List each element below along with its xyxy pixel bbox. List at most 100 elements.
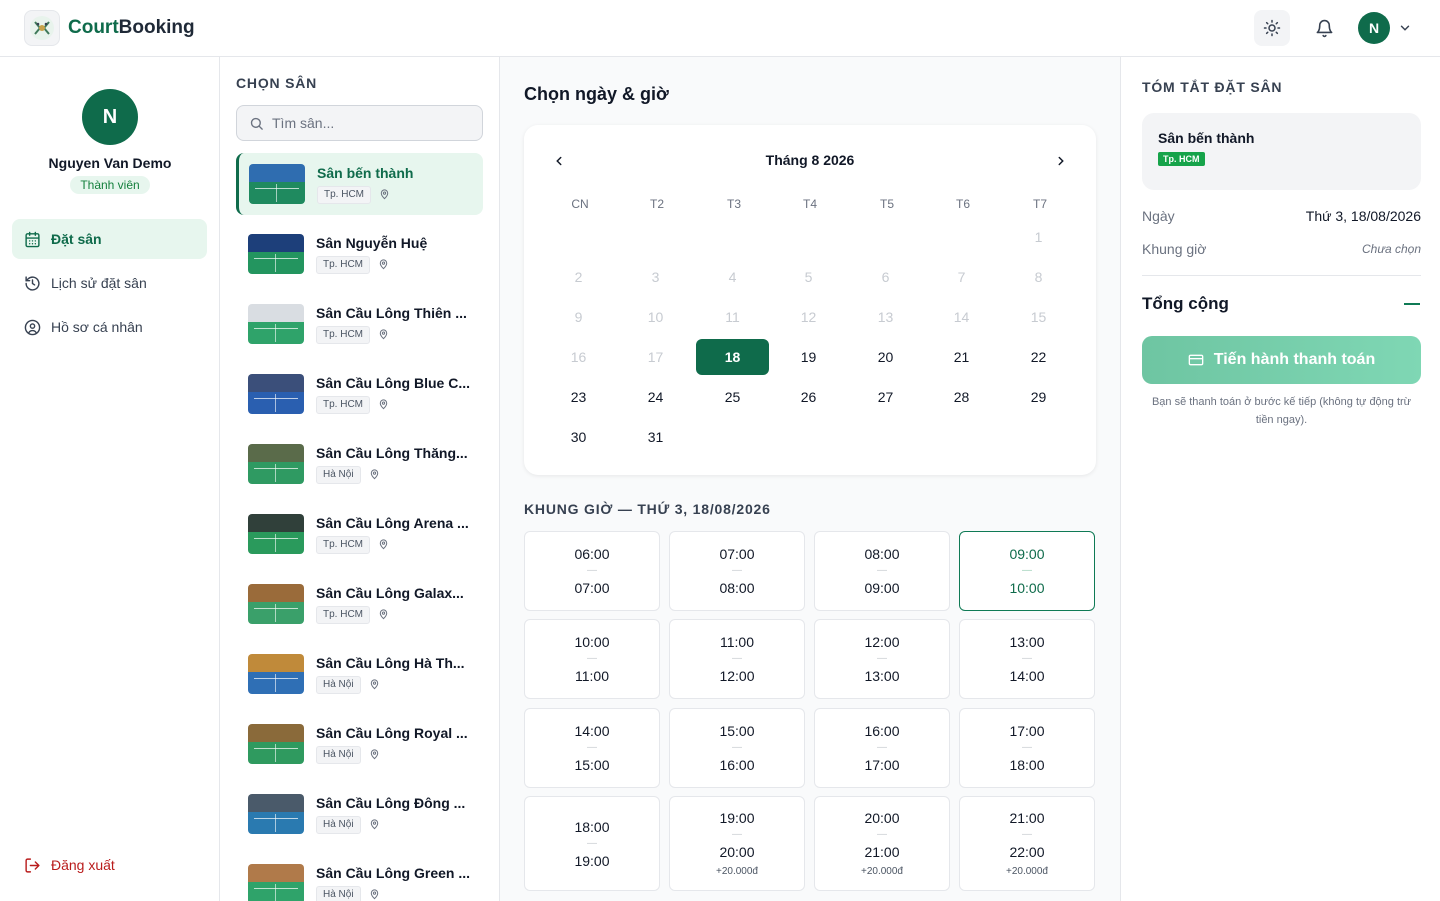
- slot-value: Chưa chọn: [1362, 242, 1421, 256]
- map-pin-icon: [379, 259, 388, 270]
- sun-icon: [1263, 19, 1281, 37]
- time-slot[interactable]: 10:00 — 11:00: [524, 619, 660, 699]
- slot-separator: —: [877, 653, 887, 664]
- calendar-day-selected[interactable]: 18: [696, 339, 769, 375]
- time-slot[interactable]: 20:00 — 21:00 +20.000đ: [814, 796, 950, 891]
- search-input[interactable]: [272, 115, 472, 131]
- slot-start: 09:00: [1009, 546, 1045, 562]
- time-slot[interactable]: 06:00 — 07:00: [524, 531, 660, 611]
- checkout-button[interactable]: Tiến hành thanh toán: [1142, 336, 1421, 384]
- court-item[interactable]: Sân Cầu Lông Thăng... Hà Nội: [236, 433, 483, 495]
- slot-separator: —: [732, 742, 742, 753]
- weekday-header: T2: [649, 197, 664, 211]
- time-slot[interactable]: 16:00 — 17:00: [814, 708, 950, 788]
- calendar-day: 17: [647, 349, 664, 365]
- summary-slot-row: Khung giờ Chưa chọn: [1142, 241, 1421, 257]
- time-slot[interactable]: 09:00 — 10:00: [959, 531, 1095, 611]
- court-city-badge: Tp. HCM: [316, 605, 370, 624]
- time-slot[interactable]: 17:00 — 18:00: [959, 708, 1095, 788]
- court-thumbnail: [248, 374, 304, 414]
- court-item[interactable]: Sân Cầu Lông Blue C... Tp. HCM: [236, 363, 483, 425]
- slot-end: 20:00: [719, 844, 755, 860]
- calendar-day[interactable]: 31: [619, 419, 692, 455]
- time-slot[interactable]: 15:00 — 16:00: [669, 708, 805, 788]
- brand-name[interactable]: CourtBooking: [68, 17, 195, 39]
- time-slot[interactable]: 19:00 — 20:00 +20.000đ: [669, 796, 805, 891]
- slot-surcharge: +20.000đ: [716, 866, 758, 877]
- calendar-day[interactable]: 30: [542, 419, 615, 455]
- court-item[interactable]: Sân Cầu Lông Arena ... Tp. HCM: [236, 503, 483, 565]
- summary-court-card: Sân bến thành Tp. HCM: [1142, 113, 1421, 190]
- calendar-day[interactable]: 20: [849, 339, 922, 375]
- calendar-day[interactable]: 23: [542, 379, 615, 415]
- court-item[interactable]: Sân Cầu Lông Hà Th... Hà Nội: [236, 643, 483, 705]
- checkout-label: Tiến hành thanh toán: [1213, 351, 1376, 368]
- court-thumbnail: [248, 514, 304, 554]
- calendar-day: 15: [1030, 309, 1047, 325]
- user-avatar: N: [82, 89, 138, 145]
- user-menu[interactable]: N: [1358, 12, 1412, 44]
- map-pin-icon: [370, 889, 378, 900]
- time-slot[interactable]: 18:00 — 19:00: [524, 796, 660, 891]
- logo-icon[interactable]: [24, 10, 60, 46]
- court-name: Sân Cầu Lông Hà Th...: [316, 654, 465, 671]
- calendar-day[interactable]: 27: [849, 379, 922, 415]
- time-slot[interactable]: 07:00 — 08:00: [669, 531, 805, 611]
- time-slot[interactable]: 11:00 — 12:00: [669, 619, 805, 699]
- slot-start: 08:00: [864, 546, 900, 562]
- history-icon: [25, 275, 40, 291]
- map-pin-icon: [370, 819, 378, 830]
- nav-profile-label: Hồ sơ cá nhân: [51, 319, 143, 335]
- slot-end: 21:00: [864, 844, 900, 860]
- avatar: N: [1358, 12, 1390, 44]
- bell-icon: [1316, 19, 1332, 37]
- nav-profile[interactable]: Hồ sơ cá nhân: [12, 307, 207, 347]
- slot-separator: —: [587, 742, 597, 753]
- notifications-button[interactable]: [1306, 10, 1342, 46]
- time-slot[interactable]: 21:00 — 22:00 +20.000đ: [959, 796, 1095, 891]
- court-thumbnail: [248, 654, 304, 694]
- calendar-day[interactable]: 22: [1002, 339, 1075, 375]
- calendar-day: 8: [1034, 269, 1043, 285]
- calendar-day[interactable]: 29: [1002, 379, 1075, 415]
- court-item[interactable]: Sân Cầu Lông Đông ... Hà Nội: [236, 783, 483, 845]
- court-item[interactable]: Sân Nguyễn Huệ Tp. HCM: [236, 223, 483, 285]
- calendar-day[interactable]: 25: [696, 379, 769, 415]
- calendar: Tháng 8 2026 CN T2 T3 T4 T5 T6 T7 1 2 3 4 5 6 7 8 9 10 11…: [524, 125, 1096, 475]
- slot-separator: —: [1022, 742, 1032, 753]
- time-slot[interactable]: 08:00 — 09:00: [814, 531, 950, 611]
- court-city-badge: Hà Nội: [316, 675, 361, 694]
- court-name: Sân Cầu Lông Thăng...: [316, 444, 468, 461]
- court-item[interactable]: Sân Cầu Lông Galax... Tp. HCM: [236, 573, 483, 635]
- slot-start: 13:00: [1009, 634, 1045, 650]
- calendar-day[interactable]: 24: [619, 379, 692, 415]
- weekday-header: T7: [1032, 197, 1047, 211]
- court-item[interactable]: Sân bến thành Tp. HCM: [236, 153, 483, 215]
- theme-toggle-button[interactable]: [1254, 10, 1290, 46]
- next-month-button[interactable]: [1049, 149, 1073, 173]
- calendar-day[interactable]: 28: [925, 379, 998, 415]
- court-item[interactable]: Sân Cầu Lông Green ... Hà Nội: [236, 853, 483, 901]
- calendar-day: 16: [570, 349, 587, 365]
- calendar-day: 9: [574, 309, 583, 325]
- slot-end: 11:00: [575, 668, 609, 684]
- logout-button[interactable]: Đăng xuất: [12, 845, 115, 885]
- slot-start: 21:00: [1009, 810, 1045, 826]
- nav-book-court[interactable]: Đặt sân: [12, 219, 207, 259]
- court-item[interactable]: Sân Cầu Lông Thiên ... Tp. HCM: [236, 293, 483, 355]
- nav-booking-history[interactable]: Lịch sử đặt sân: [12, 263, 207, 303]
- time-slot[interactable]: 14:00 — 15:00: [524, 708, 660, 788]
- court-search[interactable]: [236, 105, 483, 141]
- weekday-header: T3: [726, 197, 741, 211]
- weekday-header: T4: [802, 197, 817, 211]
- calendar-day[interactable]: 19: [772, 339, 845, 375]
- map-pin-icon: [370, 749, 378, 760]
- time-slot[interactable]: 12:00 — 13:00: [814, 619, 950, 699]
- calendar-day[interactable]: 21: [925, 339, 998, 375]
- calendar-day[interactable]: 26: [772, 379, 845, 415]
- court-thumbnail: [248, 724, 304, 764]
- chevron-down-icon: [1400, 25, 1410, 31]
- time-slot[interactable]: 13:00 — 14:00: [959, 619, 1095, 699]
- court-item[interactable]: Sân Cầu Lông Royal ... Hà Nội: [236, 713, 483, 775]
- slot-separator: —: [732, 829, 742, 840]
